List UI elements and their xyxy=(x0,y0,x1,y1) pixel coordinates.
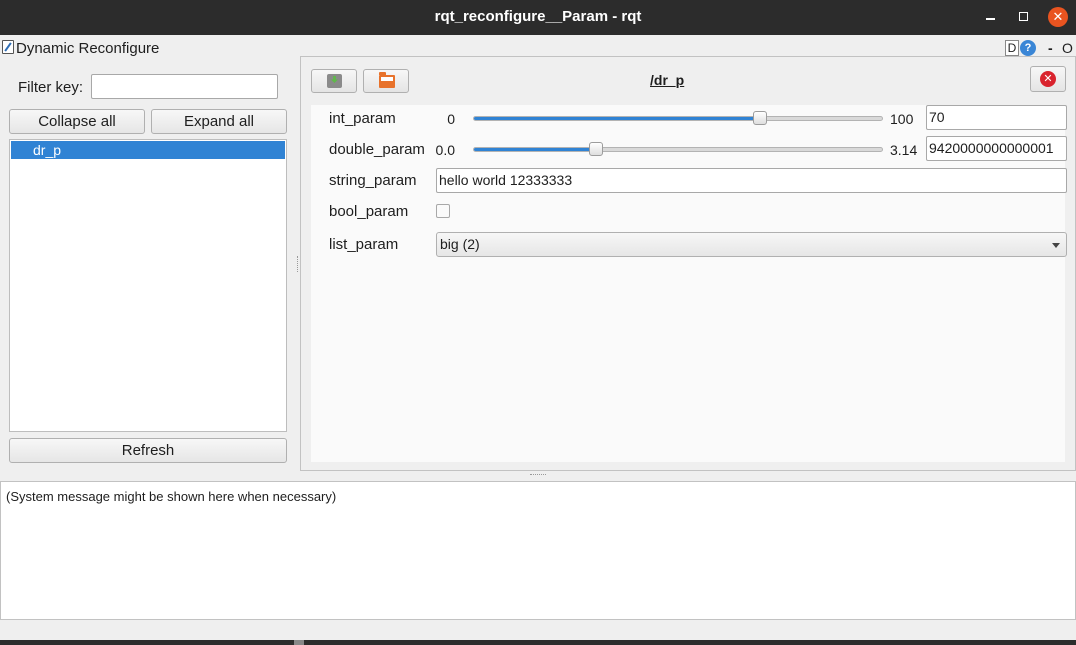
node-title: /dr_p xyxy=(650,72,685,88)
dock-d-button[interactable]: D xyxy=(1005,40,1019,56)
list-param-label: list_param xyxy=(329,236,399,253)
folder-open-icon xyxy=(379,72,395,88)
load-button[interactable] xyxy=(363,69,409,93)
expand-all-button[interactable]: Expand all xyxy=(151,109,287,134)
double-param-label: double_param xyxy=(329,141,425,158)
close-window-button[interactable]: ✕ xyxy=(1048,7,1068,27)
double-param-max: 3.14 xyxy=(890,142,918,158)
refresh-button[interactable]: Refresh xyxy=(9,438,287,463)
double-param-slider[interactable] xyxy=(473,142,883,156)
bool-param-checkbox[interactable] xyxy=(436,204,450,218)
double-param-slider-handle[interactable] xyxy=(589,142,604,156)
window-title: rqt_reconfigure__Param - rqt xyxy=(434,8,642,25)
maximize-button[interactable] xyxy=(1014,7,1034,27)
node-tree[interactable]: dr_p xyxy=(9,139,287,432)
chevron-down-icon xyxy=(1052,243,1060,248)
minimize-icon xyxy=(986,18,995,20)
list-param-dropdown[interactable]: big (2) xyxy=(436,232,1067,257)
scroll-handle[interactable] xyxy=(294,640,304,645)
filter-key-input[interactable] xyxy=(91,74,278,99)
help-icon[interactable]: ? xyxy=(1020,40,1036,56)
list-param-selected: big (2) xyxy=(440,236,480,252)
double-param-value-input[interactable]: 9420000000000001 xyxy=(926,136,1067,161)
int-param-slider-handle[interactable] xyxy=(752,111,767,125)
minimize-button[interactable] xyxy=(981,7,1001,27)
tree-item-dr-p[interactable]: dr_p xyxy=(11,141,285,159)
double-param-slider-fill xyxy=(474,148,597,151)
string-param-input[interactable]: hello world 12333333 xyxy=(436,168,1067,193)
collapse-all-button[interactable]: Collapse all xyxy=(9,109,145,134)
save-icon xyxy=(327,74,342,88)
param-area: int_param 0 100 70 double_param 0.0 3.14… xyxy=(311,105,1067,462)
close-circle-icon: ✕ xyxy=(1040,71,1056,87)
horizontal-splitter-handle[interactable] xyxy=(530,474,546,476)
plugin-title: Dynamic Reconfigure xyxy=(16,40,160,57)
save-button[interactable] xyxy=(311,69,357,93)
maximize-icon xyxy=(1019,12,1028,21)
title-bar: rqt_reconfigure__Param - rqt ✕ xyxy=(0,0,1076,35)
system-message-area: (System message might be shown here when… xyxy=(0,481,1076,620)
bool-param-label: bool_param xyxy=(329,203,409,220)
dock-minimize-button[interactable]: - xyxy=(1048,40,1053,56)
node-config-panel: /dr_p ✕ int_param 0 100 70 double_param … xyxy=(300,56,1076,471)
int-param-max: 100 xyxy=(890,111,914,127)
system-message-text: (System message might be shown here when… xyxy=(6,489,337,504)
int-param-min: 0 xyxy=(447,111,455,127)
int-param-slider-fill xyxy=(474,117,760,120)
dock-float-button[interactable]: O xyxy=(1062,40,1073,56)
int-param-value-input[interactable]: 70 xyxy=(926,105,1067,130)
vertical-splitter-handle[interactable] xyxy=(297,256,299,272)
close-icon: ✕ xyxy=(1052,9,1064,24)
int-param-slider[interactable] xyxy=(473,111,883,125)
bottom-bar xyxy=(0,640,1076,645)
double-param-min: 0.0 xyxy=(435,142,455,158)
string-param-label: string_param xyxy=(329,172,417,189)
close-node-button[interactable]: ✕ xyxy=(1030,66,1066,92)
filter-key-label: Filter key: xyxy=(18,79,84,96)
int-param-label: int_param xyxy=(329,110,396,127)
plugin-edit-icon xyxy=(2,40,14,54)
